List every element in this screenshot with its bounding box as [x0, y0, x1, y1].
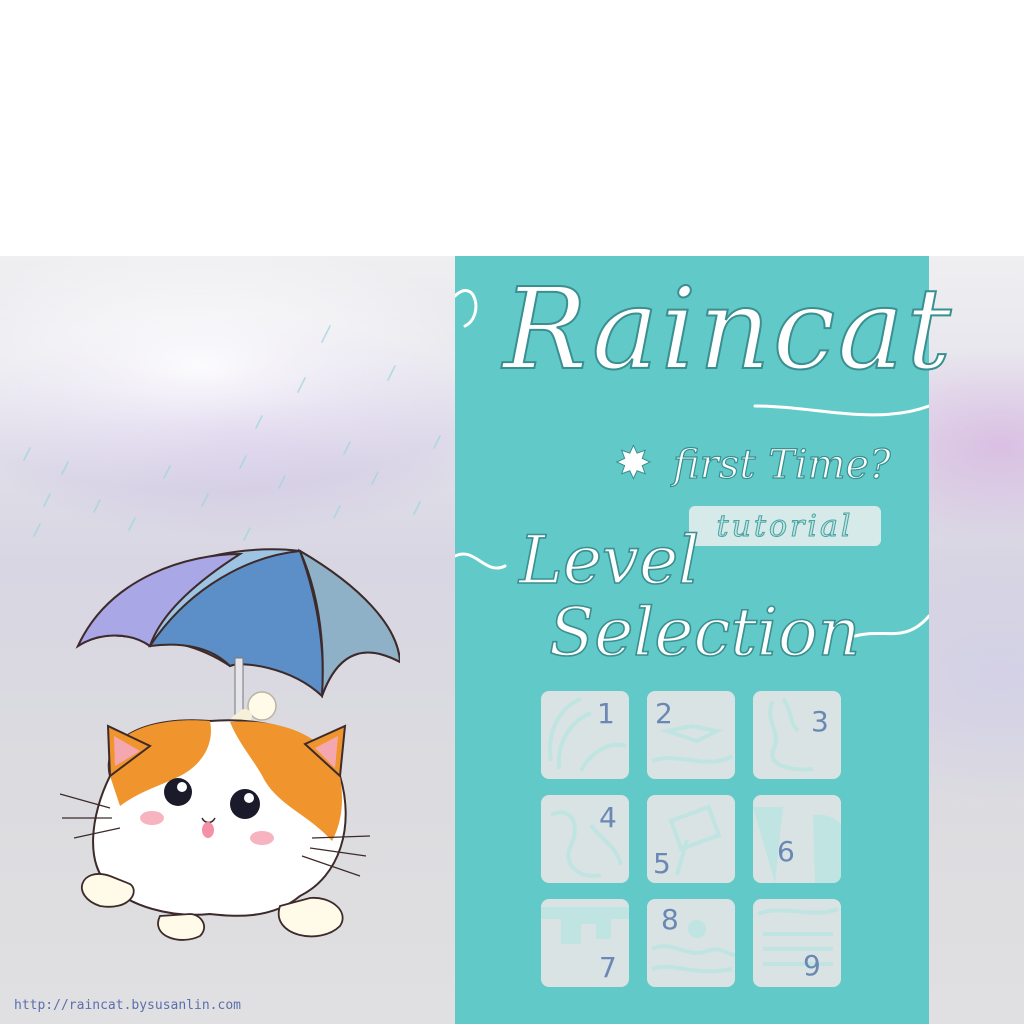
game-title: Raincat [502, 265, 954, 395]
star-icon: ✸ [615, 438, 653, 489]
level-number: 7 [599, 951, 617, 984]
level-tile-6[interactable]: 6 [753, 795, 841, 883]
level-tile-9[interactable]: 9 [753, 899, 841, 987]
tutorial-button[interactable]: tutorial [689, 506, 881, 546]
level-grid: 1 2 3 4 5 6 7 8 9 [541, 691, 841, 987]
level-number: 1 [597, 697, 615, 730]
level-6-thumbnail [753, 807, 841, 883]
level-heading-line2: Selection [548, 594, 861, 671]
level-9-thumbnail [757, 907, 839, 966]
level-number: 5 [653, 847, 671, 880]
level-1-thumbnail [548, 697, 627, 772]
level-tile-8[interactable]: 8 [647, 899, 735, 987]
level-number: 6 [777, 835, 795, 868]
level-tile-5[interactable]: 5 [647, 795, 735, 883]
level-tile-2[interactable]: 2 [647, 691, 735, 779]
level-number: 3 [811, 705, 829, 738]
level-tile-7[interactable]: 7 [541, 899, 629, 987]
level-tile-3[interactable]: 3 [753, 691, 841, 779]
website-url: http://raincat.bysusanlin.com [14, 998, 241, 1013]
level-number: 2 [655, 697, 673, 730]
first-time-label: first Time? [672, 441, 891, 488]
level-number: 9 [803, 949, 821, 982]
tutorial-label: tutorial [716, 508, 854, 544]
level-tile-4[interactable]: 4 [541, 795, 629, 883]
level-heading-line1: Level [518, 522, 700, 599]
level-number: 4 [599, 801, 617, 834]
cat-with-umbrella [59, 548, 400, 941]
game-scene: Raincat ✸ first Time? tutorial Level Sel… [0, 256, 1024, 1024]
menu-panel: Raincat ✸ first Time? tutorial Level Sel… [455, 256, 952, 1024]
level-tile-1[interactable]: 1 [541, 691, 629, 779]
level-number: 8 [661, 903, 679, 936]
